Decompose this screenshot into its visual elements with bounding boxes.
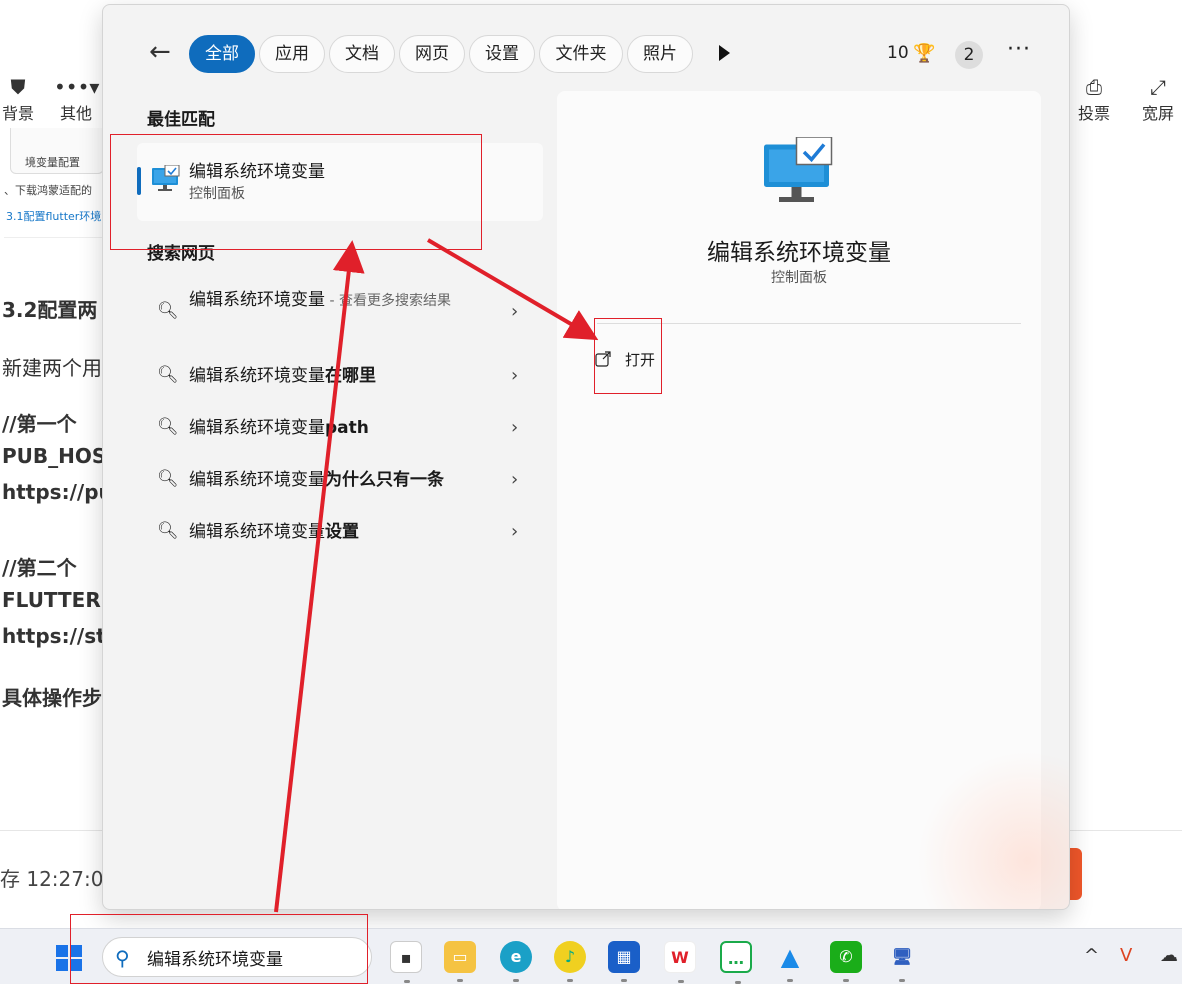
arrow-to-open	[426, 238, 599, 341]
annotation-arrows	[274, 238, 599, 913]
arrow-to-best-match	[274, 240, 365, 913]
